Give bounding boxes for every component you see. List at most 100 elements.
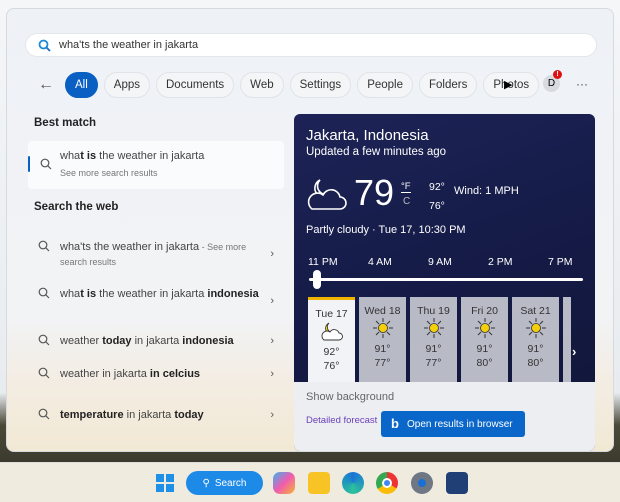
chevron-right-icon[interactable]: › bbox=[270, 334, 274, 349]
sun-icon bbox=[423, 318, 444, 338]
suggestion-text: wha'ts the weather in jakarta - See more… bbox=[60, 240, 260, 270]
weather-updated: Updated a few minutes ago bbox=[306, 146, 447, 158]
tab-folders[interactable]: Folders bbox=[419, 72, 478, 98]
microsoft-store-icon[interactable] bbox=[446, 472, 468, 494]
hour-label: 11 PM bbox=[308, 256, 338, 268]
text-segment: indonesia bbox=[182, 335, 234, 347]
hour-label: 4 AM bbox=[368, 256, 392, 268]
text-segment: t is bbox=[80, 150, 97, 162]
open-results-in-browser-button[interactable]: b Open results in browser bbox=[381, 411, 525, 437]
best-match-title: what is the weather in jakarta bbox=[60, 150, 204, 162]
forecast-day[interactable]: Thu 19 91° 77° bbox=[410, 297, 457, 382]
low-temp: 76° bbox=[429, 200, 445, 212]
chevron-right-icon[interactable]: › bbox=[270, 247, 274, 262]
show-background-toggle[interactable]: Show background bbox=[306, 391, 394, 403]
search-icon bbox=[38, 287, 50, 299]
text-segment: wha bbox=[60, 150, 81, 162]
copilot-icon[interactable] bbox=[273, 472, 295, 494]
text-segment: today bbox=[102, 335, 132, 347]
text-segment: indonesia bbox=[207, 288, 259, 300]
file-explorer-icon[interactable] bbox=[308, 472, 330, 494]
account-avatar[interactable]: D! bbox=[543, 70, 562, 92]
weather-location: Jakarta, Indonesia bbox=[306, 127, 429, 144]
hour-label: 2 PM bbox=[488, 256, 513, 268]
search-panel: wha'ts the weather in jakarta ← All Apps… bbox=[6, 8, 614, 452]
forecast-day[interactable]: Fri 20 91° 80° bbox=[461, 297, 508, 382]
hour-label: 7 PM bbox=[548, 256, 573, 268]
search-icon: ⚲ bbox=[202, 477, 210, 489]
search-icon bbox=[38, 39, 51, 52]
suggestion-text: temperature in jakarta today bbox=[60, 408, 260, 423]
partly-cloudy-night-icon bbox=[321, 322, 343, 341]
text-segment: in celcius bbox=[149, 368, 201, 380]
day-high: 91° bbox=[527, 343, 544, 355]
text-segment: t is bbox=[80, 288, 97, 300]
open-results-label: Open results in browser bbox=[407, 418, 513, 430]
text-segment: wha bbox=[60, 288, 81, 300]
day-low: 80° bbox=[527, 357, 544, 369]
more-options-button[interactable]: ··· bbox=[576, 77, 588, 91]
hourly-slider-thumb[interactable] bbox=[313, 270, 322, 289]
forecast-day-partial[interactable] bbox=[563, 297, 571, 382]
text-segment: weather in jakarta bbox=[60, 368, 150, 380]
tab-web[interactable]: Web bbox=[240, 72, 284, 98]
current-temperature: 79 bbox=[354, 172, 395, 213]
day-name: Fri 20 bbox=[471, 305, 498, 317]
tab-settings[interactable]: Settings bbox=[289, 72, 352, 98]
condition: Partly cloudy · Tue 17, 10:30 PM bbox=[306, 224, 466, 236]
text-segment: in jakarta bbox=[123, 409, 175, 421]
sun-icon bbox=[372, 318, 393, 338]
edge-icon[interactable] bbox=[342, 472, 364, 494]
day-name: Thu 19 bbox=[417, 305, 450, 317]
text-segment: wha'ts the weather in jakarta bbox=[60, 241, 200, 253]
text-segment: temperature bbox=[60, 409, 124, 421]
next-days-chevron-icon[interactable]: › bbox=[572, 344, 576, 359]
forecast-day[interactable]: Tue 17 92° 76° bbox=[308, 297, 355, 382]
hour-label: 9 AM bbox=[428, 256, 452, 268]
day-high: 91° bbox=[476, 343, 493, 355]
text-segment: weather bbox=[60, 335, 103, 347]
search-icon bbox=[38, 334, 50, 346]
hourly-slider-track[interactable] bbox=[309, 278, 583, 281]
text-segment: the weather in jakarta bbox=[96, 150, 205, 162]
unit-celsius[interactable]: C bbox=[403, 196, 410, 207]
taskbar-search-label: Search bbox=[214, 477, 247, 489]
day-name: Wed 18 bbox=[364, 305, 401, 317]
chevron-right-icon[interactable]: › bbox=[270, 408, 274, 423]
account-initial: D bbox=[547, 78, 556, 89]
tab-people[interactable]: People bbox=[357, 72, 413, 98]
unit-fahrenheit[interactable]: °F bbox=[401, 181, 411, 193]
text-segment: today bbox=[174, 409, 204, 421]
day-high: 91° bbox=[425, 343, 442, 355]
taskbar-search-button[interactable]: ⚲ Search bbox=[186, 471, 263, 495]
chevron-right-icon[interactable]: › bbox=[270, 367, 274, 382]
best-match-item[interactable]: what is the weather in jakarta See more … bbox=[28, 141, 284, 189]
weather-footer: Show background Detailed forecast b Open… bbox=[294, 382, 595, 451]
forecast-day[interactable]: Wed 18 91° 77° bbox=[359, 297, 406, 382]
filter-tabs: ← All Apps Documents Web Settings People… bbox=[33, 72, 540, 98]
day-low: 77° bbox=[425, 357, 442, 369]
chrome-icon[interactable] bbox=[376, 472, 398, 494]
suggestion-text: weather in jakarta in celcius bbox=[60, 367, 260, 382]
search-box[interactable]: wha'ts the weather in jakarta bbox=[25, 33, 597, 57]
windows-start-icon[interactable] bbox=[154, 472, 176, 494]
forecast-day[interactable]: Sat 21 91° 80° bbox=[512, 297, 559, 382]
search-input[interactable]: wha'ts the weather in jakarta bbox=[59, 39, 198, 51]
day-high: 91° bbox=[374, 343, 391, 355]
tab-documents[interactable]: Documents bbox=[156, 72, 235, 98]
back-arrow-icon[interactable]: ← bbox=[33, 76, 59, 94]
day-name: Tue 17 bbox=[315, 308, 348, 320]
best-match-subtitle: See more search results bbox=[60, 168, 158, 178]
more-tabs-play-icon[interactable]: ▶ bbox=[504, 78, 512, 91]
sun-icon bbox=[474, 318, 495, 338]
search-icon bbox=[38, 367, 50, 379]
tab-apps[interactable]: Apps bbox=[103, 72, 150, 98]
tab-all[interactable]: All bbox=[65, 72, 98, 98]
detailed-forecast-link[interactable]: Detailed forecast bbox=[306, 415, 377, 426]
high-temp: 92° bbox=[429, 181, 445, 193]
text-segment: in jakarta bbox=[131, 335, 183, 347]
chevron-right-icon[interactable]: › bbox=[270, 294, 274, 309]
settings-gear-icon[interactable] bbox=[411, 472, 433, 494]
wind: Wind: 1 MPH bbox=[454, 185, 519, 197]
text-segment: the weather in jakarta bbox=[96, 288, 208, 300]
